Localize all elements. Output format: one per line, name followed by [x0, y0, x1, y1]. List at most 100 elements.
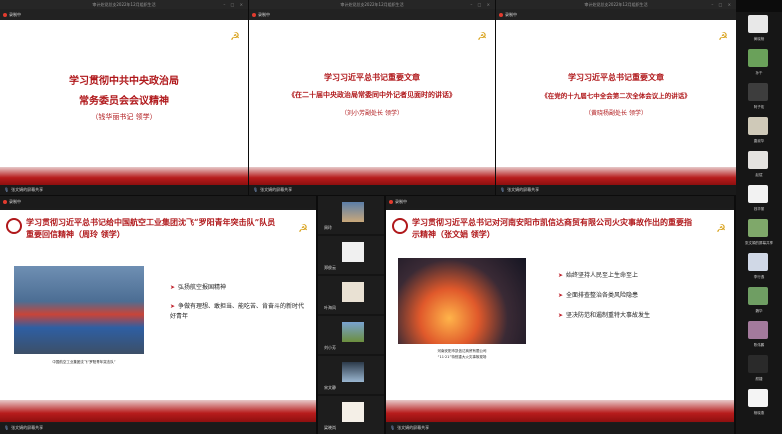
- avatar: [748, 83, 768, 101]
- avatar: [748, 185, 768, 203]
- slide-title-line1: 学习习近平总书记重要文章: [324, 72, 420, 82]
- participant-tile[interactable]: 叶海凤: [318, 276, 384, 314]
- news-photo: [398, 258, 526, 344]
- share-label: 🎙 张文娟的屏幕共享: [386, 423, 734, 434]
- participant-card[interactable]: 张文娟的屏幕共享: [736, 216, 782, 248]
- participant-card[interactable]: 杨晓燕: [736, 386, 782, 418]
- slide-title-line2: 《在二十届中央政治局常委同中外记者见面时的讲话》: [288, 90, 456, 99]
- bullet-1: ➤ 始终坚持人民至上生命至上: [558, 272, 639, 279]
- window-title: 审计处党总支2022年12月组织生活 – □ ×: [0, 0, 248, 9]
- participant-tile[interactable]: 刘小芳: [318, 316, 384, 354]
- bullet-3: ➤ 坚决防范和遏制重特大事故发生: [558, 312, 651, 319]
- window-title: 审计处党总支2022年12月组织生活 – □ ×: [249, 0, 495, 9]
- participant-card[interactable]: 唐淑华: [736, 114, 782, 146]
- meeting-window-5[interactable]: 录制中 学习贯彻习近平总书记对河南安阳市凯信达商贸有限公司火灾事故作出的重要指示…: [386, 196, 734, 434]
- participant-card[interactable]: 李行逸: [736, 250, 782, 282]
- participant-tile[interactable]: 郑俊云: [318, 236, 384, 274]
- record-dot-icon: [389, 200, 393, 204]
- participant-card[interactable]: 黄晓杨: [736, 12, 782, 44]
- participant-card[interactable]: 颜婕: [736, 352, 782, 384]
- participant-video: [342, 282, 364, 302]
- arrow-icon: ➤: [170, 303, 176, 310]
- slide-title: 学习贯彻习近平总书记给中国航空工业集团沈飞“罗阳青年突击队”队员重要回信精神（周…: [26, 217, 276, 239]
- party-emblem-icon: ☭: [718, 30, 728, 43]
- photo-caption: 中国航空工业集团沈飞“罗阳青年突击队”: [52, 360, 116, 364]
- window-controls[interactable]: – □ ×: [711, 0, 733, 9]
- avatar: [748, 253, 768, 271]
- meeting-window-1[interactable]: 审计处党总支2022年12月组织生活 – □ × 录制中 ☭ 学习贯彻中共中央政治…: [0, 0, 248, 195]
- slide-red-band: [0, 167, 248, 185]
- slide-red-band: [496, 167, 736, 185]
- arrow-icon: ➤: [558, 292, 564, 299]
- participant-column: 周玲 郑俊云 叶海凤 刘小芳 宋文静 梁晓岚: [318, 196, 384, 434]
- slide-title-line2: 常务委员会会议精神: [79, 96, 169, 107]
- participant-card[interactable]: 钱华丽: [736, 182, 782, 214]
- record-dot-icon: [252, 13, 256, 17]
- slide-red-band: [249, 167, 495, 185]
- meeting-window-4[interactable]: 录制中 学习贯彻习近平总书记给中国航空工业集团沈飞“罗阳青年突击队”队员重要回信…: [0, 196, 316, 434]
- bullet-2: ➤ 全面排查整治各类风险隐患: [558, 292, 639, 299]
- window-controls[interactable]: – □ ×: [223, 0, 245, 9]
- participant-card[interactable]: 魏华: [736, 284, 782, 316]
- share-label: 🎙 张文娟的屏幕共享: [496, 185, 736, 195]
- record-dot-icon: [3, 13, 7, 17]
- avatar: [748, 49, 768, 67]
- avatar: [748, 287, 768, 305]
- mic-icon: 🎙: [390, 425, 396, 430]
- participant-sidebar[interactable]: 黄晓杨 孙千 阿子佑 唐淑华 赵斌 钱华丽 张文娟的屏幕共享 李行逸 魏华 陈伟…: [736, 12, 782, 434]
- mic-icon: 🎙: [500, 187, 506, 192]
- slide-subtitle: （刘小芳副处长 领学）: [341, 110, 403, 117]
- slide-subtitle: （钱华丽书记 领学）: [91, 113, 157, 121]
- avatar: [748, 15, 768, 33]
- meeting-window-2[interactable]: 审计处党总支2022年12月组织生活 – □ × 录制中 ☭ 学习习近平总书记重要…: [249, 0, 495, 195]
- slide-red-band: [386, 400, 734, 422]
- slide-5: 学习贯彻习近平总书记对河南安阳市凯信达商贸有限公司火灾事故作出的重要指示精神（张…: [386, 210, 734, 422]
- slide-red-band: [0, 400, 316, 422]
- arrow-icon: ➤: [558, 312, 564, 319]
- avatar: [748, 219, 768, 237]
- participant-card[interactable]: 孙千: [736, 46, 782, 78]
- party-emblem-icon: ☭: [477, 30, 487, 43]
- slide-3: ☭ 学习习近平总书记重要文章 《在党的十九届七中全会第二次全体会议上的讲话》 （…: [496, 20, 736, 185]
- recording-indicator: 录制中: [499, 12, 517, 17]
- slide-subtitle: （黄晓杨副处长 领学）: [585, 110, 647, 117]
- participant-video: [342, 242, 364, 262]
- photo-caption-1: 河南安阳市凯信达商贸有限公司: [437, 349, 487, 353]
- participant-card[interactable]: 陈伟鹏: [736, 318, 782, 350]
- slide-title-line1: 学习习近平总书记重要文章: [568, 72, 664, 82]
- record-dot-icon: [3, 200, 7, 204]
- avatar: [748, 117, 768, 135]
- party-emblem-icon: ☭: [230, 30, 240, 43]
- recording-indicator: 录制中: [3, 199, 21, 204]
- participant-card[interactable]: 阿子佑: [736, 80, 782, 112]
- participant-tile[interactable]: 周玲: [318, 196, 384, 234]
- avatar: [748, 389, 768, 407]
- party-emblem-icon: ☭: [298, 222, 308, 235]
- participant-tile[interactable]: 梁晓岚: [318, 396, 384, 434]
- avatar: [748, 151, 768, 169]
- mic-icon: 🎙: [253, 187, 259, 192]
- share-label: 🎙 张文娟的屏幕共享: [0, 185, 248, 195]
- bullet-1: ➤ 弘扬航空报国精神: [170, 284, 227, 291]
- seal-icon: [392, 218, 408, 234]
- avatar: [748, 321, 768, 339]
- news-photo: [14, 266, 144, 354]
- avatar: [748, 355, 768, 373]
- slide-2: ☭ 学习习近平总书记重要文章 《在二十届中央政治局常委同中外记者见面时的讲话》 …: [249, 20, 495, 185]
- slide-4: 学习贯彻习近平总书记给中国航空工业集团沈飞“罗阳青年突击队”队员重要回信精神（周…: [0, 210, 316, 422]
- participant-tile[interactable]: 宋文静: [318, 356, 384, 394]
- participant-card[interactable]: 赵斌: [736, 148, 782, 180]
- slide-title-line2: 《在党的十九届七中全会第二次全体会议上的讲话》: [541, 92, 691, 100]
- participant-video: [342, 322, 364, 342]
- recording-indicator: 录制中: [252, 12, 270, 17]
- share-label: 🎙 张文娟的屏幕共享: [0, 423, 316, 434]
- window-controls[interactable]: – □ ×: [470, 0, 492, 9]
- participant-video: [342, 402, 364, 422]
- mic-icon: 🎙: [4, 187, 10, 192]
- photo-caption-2: “11·21”特别重大火灾事故现场: [437, 355, 487, 359]
- meeting-window-3[interactable]: 审计处党总支2022年12月组织生活 – □ × 录制中 ☭ 学习习近平总书记重要…: [496, 0, 736, 195]
- record-dot-icon: [499, 13, 503, 17]
- participant-video: [342, 362, 364, 382]
- slide-title: 学习贯彻习近平总书记对河南安阳市凯信达商贸有限公司火灾事故作出的重要指示精神（张…: [412, 217, 692, 239]
- recording-indicator: 录制中: [3, 12, 21, 17]
